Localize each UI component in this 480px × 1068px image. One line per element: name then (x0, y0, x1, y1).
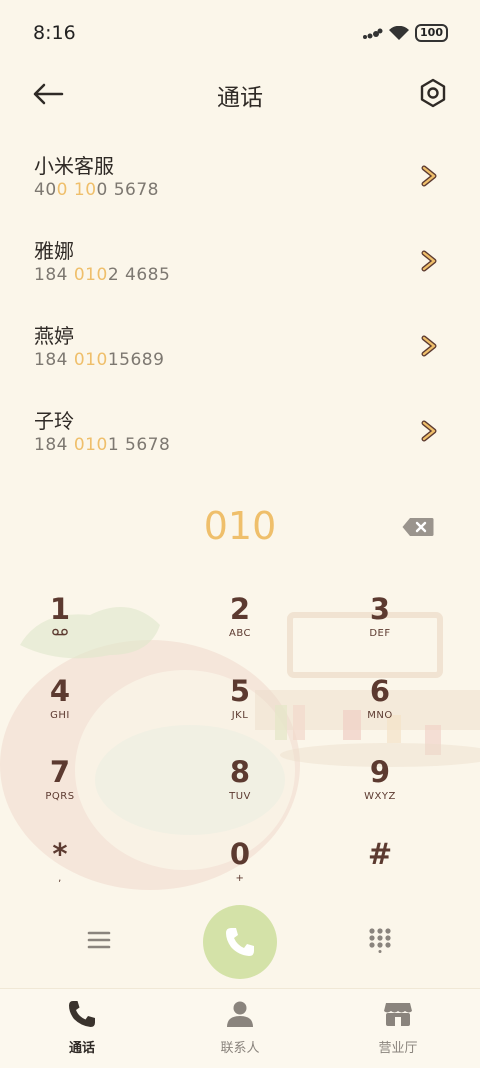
tab-calls[interactable]: 通话 (22, 999, 142, 1056)
chevron-right-icon[interactable] (420, 250, 438, 272)
contact-name: 雅娜 (34, 239, 74, 263)
tab-bar: 通话 联系人 营业厅 (0, 988, 480, 1068)
key-letters: , (58, 872, 62, 884)
battery-icon: 100 (415, 24, 448, 42)
status-time: 8:16 (33, 22, 76, 44)
contact-name: 子玲 (34, 409, 74, 433)
settings-icon[interactable] (418, 78, 448, 108)
key-digit: 0 (229, 836, 251, 871)
key-digit: 4 (49, 673, 71, 708)
phone-icon (22, 999, 142, 1033)
tab-store[interactable]: 营业厅 (338, 999, 458, 1056)
key-6[interactable]: 6 MNO (320, 674, 440, 746)
contact-name: 小米客服 (34, 154, 114, 178)
key-9[interactable]: 9 WXYZ (320, 755, 440, 827)
status-bar: 8:16 100 (0, 0, 480, 66)
contact-row[interactable]: 雅娜 184 0102 4685 (0, 217, 480, 302)
phone-icon (226, 928, 254, 956)
key-digit: 1 (49, 592, 71, 626)
key-letters: DEF (369, 628, 391, 639)
action-row (0, 900, 480, 985)
contact-row[interactable]: 小米客服 400 100 5678 (0, 132, 480, 217)
contact-row[interactable]: 燕婷 184 01015689 (0, 302, 480, 387)
wifi-icon (389, 25, 410, 40)
key-letters: + (235, 872, 245, 884)
contact-name: 燕婷 (34, 324, 74, 348)
key-digit: 2 (229, 592, 251, 626)
key-digit: 7 (49, 755, 71, 789)
dial-display: 010 (0, 500, 480, 560)
key-digit: 6 (369, 673, 391, 708)
key-digit: # (367, 836, 393, 871)
signal-icon (363, 28, 383, 39)
chevron-right-icon[interactable] (420, 335, 438, 357)
key-digit: 9 (369, 755, 391, 789)
key-star[interactable]: *, (0, 837, 120, 909)
call-button[interactable] (203, 905, 277, 979)
chevron-right-icon[interactable] (420, 420, 438, 442)
key-7[interactable]: 7 PQRS (0, 755, 120, 827)
contact-number: 400 100 5678 (34, 180, 159, 200)
page-title: 通话 (217, 85, 263, 111)
contact-list: 小米客服 400 100 5678 雅娜 184 0102 4685 燕婷 184 010… (0, 132, 480, 472)
voicemail-icon (0, 628, 120, 639)
key-digit: 5 (229, 673, 251, 708)
key-2[interactable]: 2 ABC (180, 592, 300, 664)
key-letters: WXYZ (364, 791, 396, 802)
key-1[interactable]: 1 (0, 592, 120, 664)
contact-row[interactable]: 子玲 184 0101 5678 (0, 387, 480, 472)
key-3[interactable]: 3 DEF (320, 592, 440, 664)
key-letters: ABC (228, 628, 251, 639)
key-digit: * (52, 836, 68, 871)
tab-label: 通话 (68, 1041, 95, 1056)
status-icons: 100 (363, 24, 448, 42)
key-letters: GHI (50, 709, 70, 721)
contact-number: 184 0101 5678 (34, 435, 171, 455)
key-letters: PQRS (45, 791, 75, 802)
store-icon (338, 999, 458, 1033)
header: 通话 (0, 70, 480, 118)
key-digit: 8 (229, 755, 251, 789)
tab-label: 联系人 (220, 1041, 260, 1056)
contact-number: 184 0102 4685 (34, 265, 171, 285)
contact-number: 184 01015689 (34, 350, 165, 370)
dialpad-icon[interactable] (368, 927, 392, 953)
person-icon (180, 999, 300, 1033)
key-8[interactable]: 8 TUV (180, 755, 300, 827)
tab-contacts[interactable]: 联系人 (180, 999, 300, 1056)
key-0[interactable]: 0 + (180, 837, 300, 909)
key-digit: 3 (369, 592, 391, 626)
menu-icon[interactable] (86, 928, 112, 952)
backspace-icon[interactable] (402, 517, 434, 537)
key-hash[interactable]: # (320, 837, 440, 909)
key-letters: MNO (367, 709, 393, 721)
key-5[interactable]: 5 JKL (180, 674, 300, 746)
key-4[interactable]: 4 GHI (0, 674, 120, 746)
key-letters: JKL (231, 709, 249, 721)
chevron-right-icon[interactable] (420, 165, 438, 187)
key-letters: TUV (229, 791, 251, 802)
tab-label: 营业厅 (378, 1041, 418, 1056)
